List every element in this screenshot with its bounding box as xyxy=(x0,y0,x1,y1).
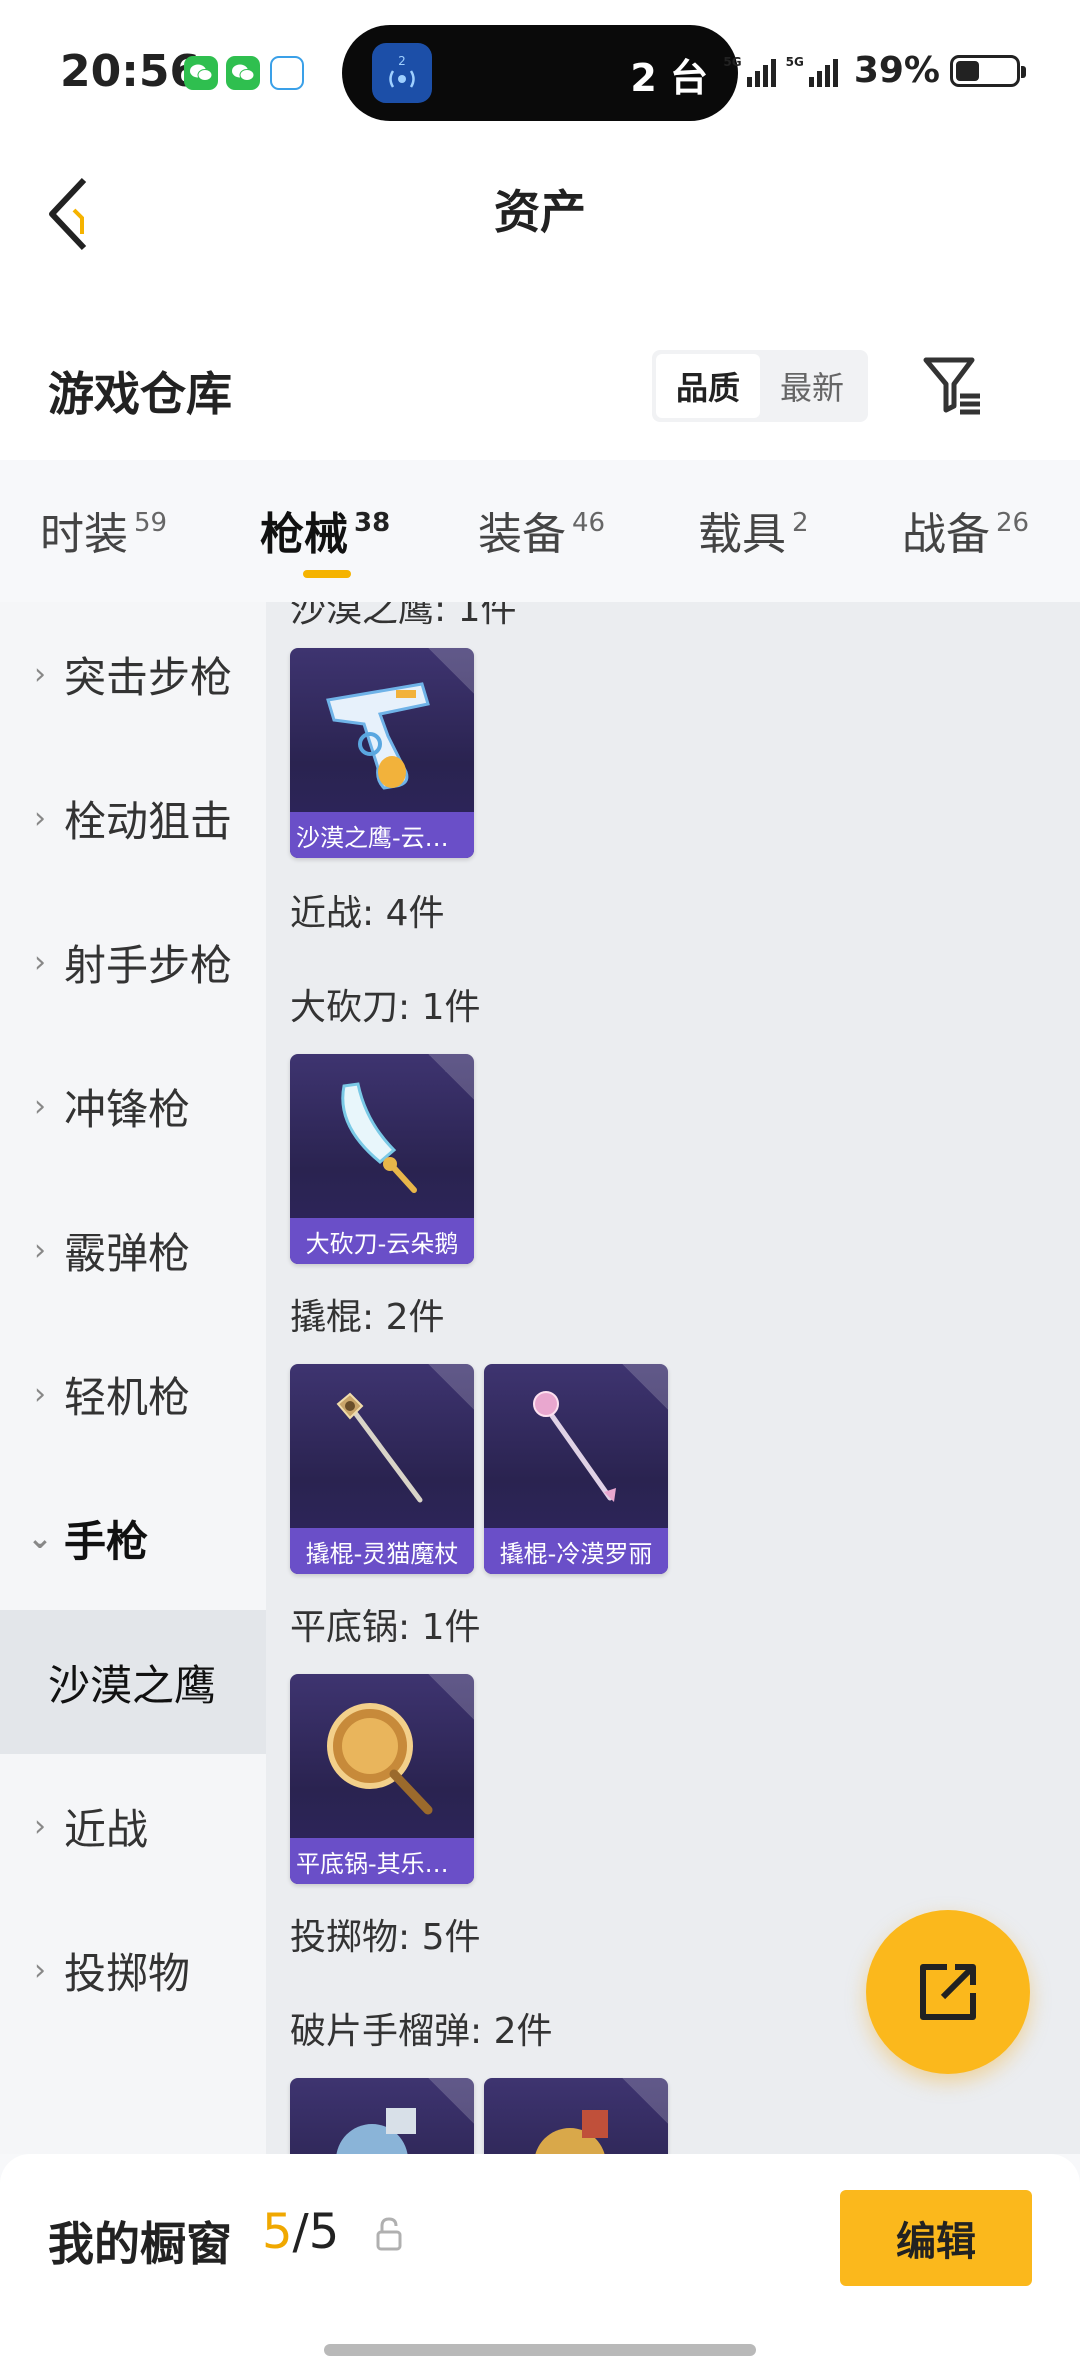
pistol-icon xyxy=(326,682,430,790)
group-label: 破片手榴弹: 2件 xyxy=(290,2011,553,2052)
chevron-down-icon: ⌄ xyxy=(27,1520,53,1556)
sidebar-item-melee[interactable]: › 近战 xyxy=(0,1754,266,1898)
filter-icon xyxy=(923,357,980,415)
home-indicator[interactable] xyxy=(324,2344,756,2356)
chevron-right-icon: › xyxy=(34,656,46,692)
item-card[interactable] xyxy=(290,2078,474,2154)
sidebar-item-bolt-sniper[interactable]: › 栓动狙击 xyxy=(0,746,266,890)
group-label: 近战: 4件 xyxy=(290,893,445,934)
lock-icon xyxy=(376,2217,402,2251)
item-name: 撬棍-灵猫魔杖 xyxy=(305,1539,459,1568)
broadcast-icon: 2 xyxy=(372,43,432,103)
crowbar-icon xyxy=(336,1392,423,1503)
item-name: 平底锅-其乐融融 xyxy=(296,1849,468,1878)
app-notification-icon xyxy=(270,56,304,90)
tab-equipment[interactable]: 装备 46 xyxy=(478,498,605,562)
item-card[interactable]: 撬棍-灵猫魔杖 xyxy=(290,1364,474,1574)
active-tab-indicator xyxy=(303,570,351,578)
tab-fashion[interactable]: 时装 59 xyxy=(40,498,167,562)
tab-firearms[interactable]: 枪械 38 xyxy=(260,498,390,562)
island-device-count: 2 台 xyxy=(630,56,708,100)
sidebar-item-lmg[interactable]: › 轻机枪 xyxy=(0,1322,266,1466)
page-title: 资产 xyxy=(494,185,586,239)
sidebar-item-smg[interactable]: › 冲锋枪 xyxy=(0,1034,266,1178)
wechat-icon xyxy=(226,56,260,90)
item-name: 撬棍-冷漠罗丽 xyxy=(499,1539,653,1568)
sort-newest-option[interactable]: 最新 xyxy=(760,354,864,418)
item-card[interactable]: 沙漠之鹰-云朵鹅 xyxy=(290,648,474,858)
grenade-icon xyxy=(336,2108,416,2154)
external-link-icon xyxy=(920,1964,976,2020)
sidebar-item-pistol[interactable]: ⌄ 手枪 xyxy=(0,1466,266,1610)
sidebar-item-shotgun[interactable]: › 霰弹枪 xyxy=(0,1178,266,1322)
share-fab[interactable] xyxy=(866,1910,1030,2074)
showcase-label: 我的橱窗 xyxy=(48,2217,232,2271)
chevron-right-icon: › xyxy=(34,1808,46,1844)
showcase-bottom-bar: 我的橱窗 5/5 编辑 xyxy=(0,2154,1080,2376)
category-tabs: 时装 59 枪械 38 装备 46 载具 2 战备 26 xyxy=(0,460,1080,602)
sidebar-item-throwables[interactable]: › 投掷物 xyxy=(0,1898,266,2042)
dynamic-island[interactable]: 2 2 台 xyxy=(342,25,738,121)
chevron-right-icon: › xyxy=(34,1088,46,1124)
sidebar-item-assault-rifle[interactable]: › 突击步枪 xyxy=(0,602,266,746)
signal-icon: 5G xyxy=(786,55,838,87)
battery-icon xyxy=(950,54,1026,87)
chevron-right-icon: › xyxy=(34,1232,46,1268)
svg-text:2: 2 xyxy=(398,54,406,68)
item-card[interactable]: 平底锅-其乐融融 xyxy=(290,1674,474,1884)
sidebar-subitem-desert-eagle[interactable]: 沙漠之鹰 xyxy=(0,1610,266,1754)
crowbar-icon xyxy=(533,1391,616,1502)
chevron-right-icon: › xyxy=(34,800,46,836)
warehouse-section-bar: 游戏仓库 品质 最新 xyxy=(0,310,1080,460)
chevron-right-icon: › xyxy=(34,944,46,980)
item-card[interactable]: 撬棍-冷漠罗丽 xyxy=(484,1364,668,1574)
status-bar: 20:56 2 2 台 5G 5G 39% xyxy=(0,0,1080,140)
item-name: 沙漠之鹰-云朵鹅 xyxy=(296,823,468,852)
grenade-icon xyxy=(535,2110,608,2154)
group-label: 投掷物: 5件 xyxy=(290,1917,481,1958)
tab-vehicles[interactable]: 载具 2 xyxy=(698,498,809,562)
edit-button[interactable]: 编辑 xyxy=(840,2190,1032,2286)
group-label: 沙漠之鹰: 1件 xyxy=(290,602,517,630)
battery-percent: 39% xyxy=(853,50,940,91)
item-name: 大砍刀-云朵鹅 xyxy=(305,1229,459,1258)
app-header: 资产 xyxy=(0,140,1080,310)
item-card[interactable] xyxy=(484,2078,668,2154)
sort-toggle: 品质 最新 xyxy=(652,350,868,422)
group-label: 平底锅: 1件 xyxy=(290,1607,481,1648)
group-label: 大砍刀: 1件 xyxy=(290,987,481,1028)
chevron-right-icon: › xyxy=(34,1952,46,1988)
signal-icon: 5G xyxy=(723,55,776,87)
status-right: 5G 5G 39% xyxy=(723,50,1026,91)
group-label: 撬棍: 2件 xyxy=(290,1297,445,1338)
status-time: 20:56 xyxy=(60,46,201,97)
weapon-type-sidebar: › 突击步枪 › 栓动狙击 › 射手步枪 › 冲锋枪 › 霰弹枪 › 轻机枪 ⌄ 手枪 沙漠之… xyxy=(0,602,266,2154)
machete-icon xyxy=(341,1082,417,1193)
chevron-right-icon: › xyxy=(34,1376,46,1412)
sort-quality-option[interactable]: 品质 xyxy=(656,354,760,418)
wechat-icon xyxy=(184,56,218,90)
frying-pan-icon xyxy=(327,1703,433,1815)
showcase-count: 5/5 xyxy=(262,2204,340,2260)
section-title: 游戏仓库 xyxy=(48,367,232,421)
sidebar-item-marksman-rifle[interactable]: › 射手步枪 xyxy=(0,890,266,1034)
filter-button[interactable] xyxy=(920,352,986,418)
item-card[interactable]: 大砍刀-云朵鹅 xyxy=(290,1054,474,1264)
tab-supplies[interactable]: 战备 26 xyxy=(902,498,1029,562)
